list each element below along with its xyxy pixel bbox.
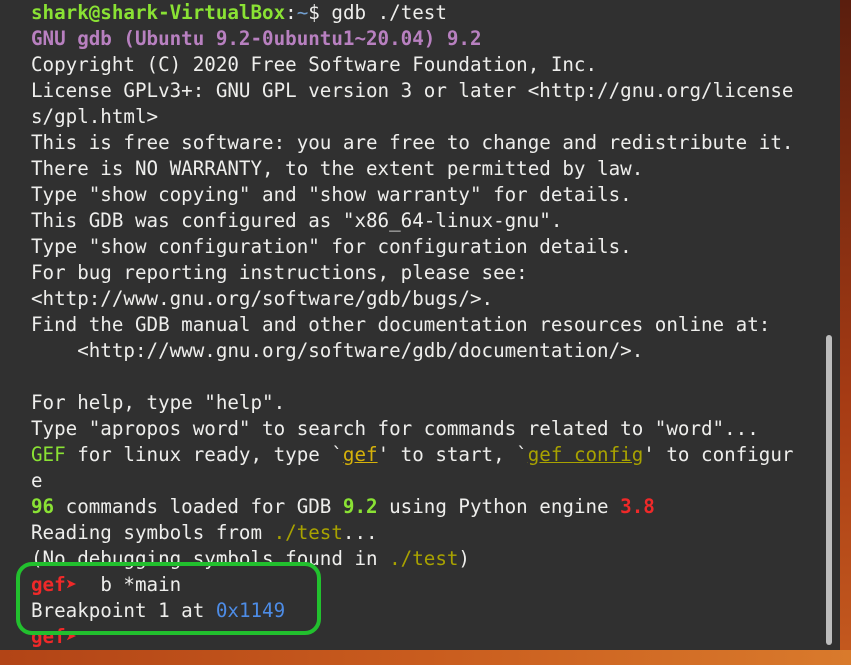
copyright-line: Copyright (C) 2020 Free Software Foundat… bbox=[31, 53, 598, 76]
reading-symbols-line: Reading symbols from ./test... bbox=[31, 520, 831, 546]
commands-loaded-text-2: using Python engine bbox=[377, 495, 621, 518]
gef-ready-text-1: for linux ready, type ` bbox=[65, 443, 343, 466]
gef-label: GEF bbox=[31, 443, 66, 466]
desktop-wallpaper-bottom bbox=[0, 650, 851, 665]
reading-symbols-text: Reading symbols from bbox=[31, 521, 274, 544]
gdb-banner: GNU gdb (Ubuntu 9.2-0ubuntu1~20.04) 9.2 bbox=[31, 27, 482, 50]
terminal-output: shark@shark-VirtualBox:~$ gdb ./test GNU… bbox=[31, 0, 831, 650]
breakpoint-highlight-box bbox=[16, 562, 321, 635]
terminal-scrollbar[interactable] bbox=[826, 335, 832, 645]
prompt-dollar: $ bbox=[308, 1, 332, 24]
show-copying-line: Type "show copying" and "show warranty" … bbox=[31, 183, 632, 206]
commands-loaded-text-1: commands loaded for GDB bbox=[54, 495, 343, 518]
bug-url-line: <http://www.gnu.org/software/gdb/bugs/>. bbox=[31, 287, 494, 310]
shell-prompt-line: shark@shark-VirtualBox:~$ gdb ./test bbox=[31, 0, 831, 26]
gef-command: gef bbox=[342, 443, 378, 466]
shell-command: gdb ./test bbox=[331, 1, 447, 24]
gef-ready-text-3: ' to configur bbox=[643, 443, 794, 466]
gef-config-command: gef config bbox=[527, 443, 644, 466]
prompt-path: ~ bbox=[296, 1, 309, 24]
apropos-hint-line: Type "apropos word" to search for comman… bbox=[31, 417, 759, 440]
help-hint-line: For help, type "help". bbox=[31, 391, 286, 414]
license-line: License GPLv3+: GNU GPL version 3 or lat… bbox=[31, 79, 794, 102]
gef-ready-text-2: ' to start, ` bbox=[377, 443, 528, 466]
gdb-version: 9.2 bbox=[342, 495, 378, 518]
find-manual-line: Find the GDB manual and other documentat… bbox=[31, 313, 771, 336]
configured-as-line: This GDB was configured as "x86_64-linux… bbox=[31, 209, 563, 232]
commands-count: 96 bbox=[31, 495, 55, 518]
reading-symbols-file: ./test bbox=[273, 521, 343, 544]
python-version: 3.8 bbox=[620, 495, 655, 518]
show-config-line: Type "show configuration" for configurat… bbox=[31, 235, 632, 258]
prompt-separator: : bbox=[285, 1, 297, 24]
desktop-wallpaper-edge bbox=[840, 0, 851, 665]
free-software-line: This is free software: you are free to c… bbox=[31, 131, 794, 154]
bug-reporting-line: For bug reporting instructions, please s… bbox=[31, 261, 528, 284]
license-line-wrap: s/gpl.html> bbox=[31, 105, 159, 128]
doc-url-line: <http://www.gnu.org/software/gdb/documen… bbox=[31, 339, 644, 362]
no-debug-suffix: ) bbox=[458, 547, 470, 570]
no-warranty-line: There is NO WARRANTY, to the extent perm… bbox=[31, 157, 644, 180]
gef-ready-line: GEF for linux ready, type `gef' to start… bbox=[31, 442, 831, 468]
no-debug-file: ./test bbox=[389, 547, 459, 570]
commands-loaded-line: 96 commands loaded for GDB 9.2 using Pyt… bbox=[31, 494, 831, 520]
gef-ready-line-wrap: e bbox=[31, 469, 43, 492]
prompt-user-host: shark@shark-VirtualBox bbox=[31, 1, 286, 24]
reading-symbols-suffix: ... bbox=[342, 521, 378, 544]
terminal-window[interactable]: shark@shark-VirtualBox:~$ gdb ./test GNU… bbox=[0, 0, 840, 650]
